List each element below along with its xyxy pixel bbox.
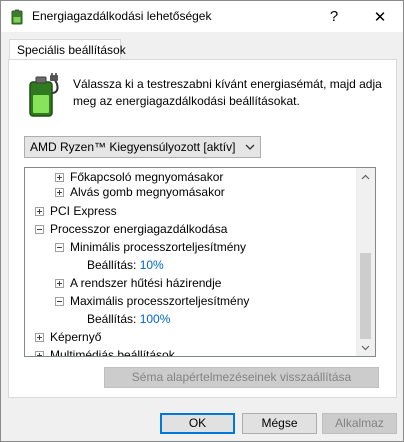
chevron-up-icon <box>361 174 370 179</box>
tree-item-max-setting[interactable]: Beállítás: 100% <box>87 310 170 328</box>
close-button[interactable]: ✕ <box>357 1 403 32</box>
tree-item-label: Képernyő <box>50 330 102 344</box>
collapse-icon[interactable] <box>55 297 64 306</box>
restore-defaults-button[interactable]: Séma alapértelmezéseinek visszaállítása <box>104 367 379 388</box>
description-text: Válassza ki a testreszabni kívánt energi… <box>73 77 382 108</box>
cancel-button[interactable]: Mégse <box>242 413 317 434</box>
setting-label: Beállítás: <box>87 258 137 272</box>
scroll-up-button[interactable] <box>356 168 375 185</box>
expand-icon[interactable] <box>35 207 44 216</box>
setting-label: Beállítás: <box>87 312 137 326</box>
expand-icon[interactable] <box>55 173 64 182</box>
tree-item-label: Maximális processzorteljesítmény <box>70 294 250 308</box>
tree-item-min-setting[interactable]: Beállítás: 10% <box>87 256 164 274</box>
tree-item-label: PCI Express <box>50 204 117 218</box>
max-processor-value[interactable]: 100% <box>140 312 171 326</box>
help-button[interactable]: ? <box>311 1 357 32</box>
tree-item-label: Multimédiás beállítások <box>50 348 175 357</box>
expand-icon[interactable] <box>55 279 64 288</box>
scroll-thumb[interactable] <box>360 253 371 339</box>
scroll-down-button[interactable] <box>356 339 375 356</box>
tree-item-label: Alvás gomb megnyomásakor <box>70 185 225 199</box>
power-plan-selected-value: AMD Ryzen™ Kiegyensúlyozott [aktív] <box>30 140 236 154</box>
collapse-icon[interactable] <box>35 225 44 234</box>
tab-advanced-settings[interactable]: Speciális beállítások <box>9 39 126 60</box>
settings-tree[interactable]: Főkapcsoló megnyomásakor Alvás gomb megn… <box>24 167 376 357</box>
expand-icon[interactable] <box>35 333 44 342</box>
tree-item-label: Processzor energiagazdálkodása <box>50 222 228 236</box>
collapse-icon[interactable] <box>55 243 64 252</box>
expand-icon[interactable] <box>35 351 44 356</box>
chevron-down-icon <box>245 144 255 150</box>
power-options-icon <box>11 9 23 25</box>
tree-scrollbar[interactable] <box>356 168 375 356</box>
title-bar: Energiagazdálkodási lehetőségek ? ✕ <box>1 1 403 32</box>
apply-button[interactable]: Alkalmaz <box>322 413 397 434</box>
power-options-dialog: Energiagazdálkodási lehetőségek ? ✕ Spec… <box>0 0 404 442</box>
chevron-down-icon <box>361 345 370 350</box>
min-processor-value[interactable]: 10% <box>140 258 164 272</box>
battery-plug-icon <box>29 73 59 117</box>
tree-item-label: A rendszer hűtési házirendje <box>70 276 222 290</box>
window-title: Energiagazdálkodási lehetőségek <box>32 9 212 23</box>
ok-button[interactable]: OK <box>160 413 235 434</box>
power-plan-dropdown[interactable]: AMD Ryzen™ Kiegyensúlyozott [aktív] <box>24 136 261 158</box>
tree-item-label: Minimális processzorteljesítmény <box>70 240 247 254</box>
expand-icon[interactable] <box>55 188 64 197</box>
